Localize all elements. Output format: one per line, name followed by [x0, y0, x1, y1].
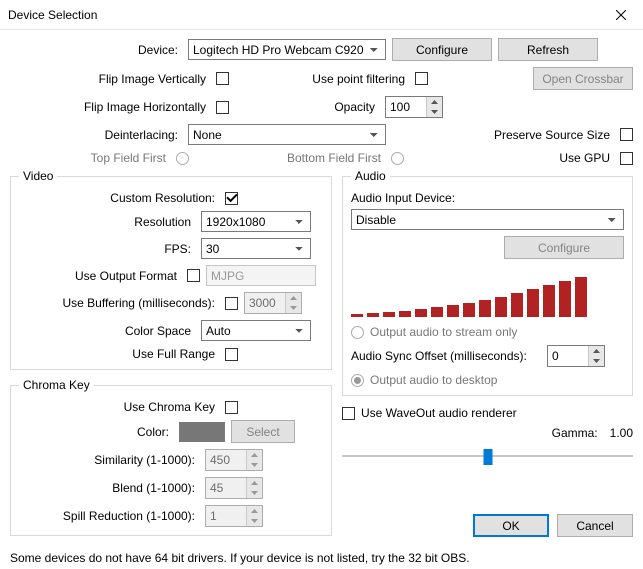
waveout-label: Use WaveOut audio renderer: [361, 406, 517, 420]
gamma-slider[interactable]: [342, 446, 633, 466]
spill-input: [206, 506, 246, 526]
blend-input: [206, 478, 246, 498]
footnote: Some devices do not have 64 bit drivers.…: [0, 547, 643, 569]
chroma-color-swatch[interactable]: [179, 422, 225, 442]
use-gpu-checkbox[interactable]: [620, 152, 633, 165]
buffering-spinner: [244, 292, 302, 314]
bottom-field-label: Bottom Field First: [195, 151, 385, 165]
full-range-label: Use Full Range: [19, 347, 219, 361]
chroma-select-button: Select: [231, 420, 295, 443]
spin-down-icon: [286, 303, 301, 313]
desktop-radio: [351, 374, 364, 387]
close-icon: [616, 10, 626, 20]
refresh-button[interactable]: Refresh: [498, 38, 598, 61]
similarity-input: [206, 450, 246, 470]
flip-v-checkbox[interactable]: [216, 72, 229, 85]
fps-label: FPS:: [19, 242, 195, 256]
spin-down-icon[interactable]: [427, 107, 442, 117]
sync-offset-input[interactable]: [548, 346, 588, 366]
video-legend: Video: [19, 169, 57, 183]
top-field-label: Top Field First: [10, 151, 170, 165]
resolution-select[interactable]: 1920x1080: [201, 211, 311, 232]
output-format-label: Use Output Format: [19, 269, 181, 283]
point-filter-checkbox[interactable]: [415, 72, 428, 85]
colorspace-label: Color Space: [19, 324, 195, 338]
audio-legend: Audio: [351, 169, 390, 183]
sync-offset-label: Audio Sync Offset (milliseconds):: [351, 349, 541, 363]
spin-down-icon: [247, 460, 262, 470]
gamma-value: 1.00: [610, 426, 633, 440]
open-crossbar-button: Open Crossbar: [533, 67, 633, 90]
top-field-radio: [176, 152, 189, 165]
output-format-select: MJPG: [206, 265, 316, 286]
blend-spinner: [205, 477, 263, 499]
custom-res-label: Custom Resolution:: [19, 191, 219, 205]
spin-up-icon: [286, 293, 301, 303]
preserve-size-checkbox[interactable]: [620, 128, 633, 141]
opacity-input[interactable]: [386, 97, 426, 117]
fps-select[interactable]: 30: [201, 238, 311, 259]
spill-label: Spill Reduction (1-1000):: [19, 509, 199, 523]
buffering-checkbox[interactable]: [225, 297, 238, 310]
desktop-label: Output audio to desktop: [370, 373, 497, 387]
window-title: Device Selection: [8, 8, 97, 22]
deinterlace-select[interactable]: None: [188, 124, 386, 145]
flip-v-label: Flip Image Vertically: [10, 72, 210, 86]
spin-up-icon: [247, 450, 262, 460]
configure-button[interactable]: Configure: [392, 38, 492, 61]
chroma-color-label: Color:: [19, 425, 173, 439]
similarity-label: Similarity (1-1000):: [19, 453, 199, 467]
audio-input-select[interactable]: Disable: [351, 209, 624, 230]
use-gpu-label: Use GPU: [559, 151, 614, 165]
ok-button[interactable]: OK: [473, 514, 549, 537]
similarity-spinner: [205, 449, 263, 471]
full-range-checkbox[interactable]: [225, 348, 238, 361]
spin-down-icon: [247, 516, 262, 526]
opacity-label: Opacity: [235, 100, 379, 114]
use-chroma-checkbox[interactable]: [225, 401, 238, 414]
audio-level-bars: [351, 277, 624, 317]
video-fieldset: Video Custom Resolution: Resolution 1920x…: [10, 169, 332, 370]
stream-only-label: Output audio to stream only: [370, 325, 517, 339]
buffering-label: Use Buffering (milliseconds):: [19, 296, 219, 310]
blend-label: Blend (1-1000):: [19, 481, 199, 495]
chroma-fieldset: Chroma Key Use Chroma Key Color: Select S…: [10, 378, 332, 536]
cancel-button[interactable]: Cancel: [557, 514, 633, 537]
audio-configure-button: Configure: [504, 236, 624, 259]
spin-up-icon[interactable]: [589, 346, 604, 356]
resolution-label: Resolution: [19, 215, 195, 229]
close-button[interactable]: [598, 0, 643, 30]
point-filter-label: Use point filtering: [235, 72, 409, 86]
audio-fieldset: Audio Audio Input Device: Disable Config…: [342, 169, 633, 396]
titlebar: Device Selection: [0, 0, 643, 30]
use-chroma-label: Use Chroma Key: [19, 400, 219, 414]
chroma-legend: Chroma Key: [19, 378, 94, 392]
deinterlace-label: Deinterlacing:: [10, 128, 182, 142]
flip-h-label: Flip Image Horizontally: [10, 100, 210, 114]
custom-res-checkbox[interactable]: [225, 192, 238, 205]
buffering-input: [245, 293, 285, 313]
spin-down-icon[interactable]: [589, 356, 604, 366]
device-select[interactable]: Logitech HD Pro Webcam C920: [188, 39, 386, 60]
bottom-field-radio: [391, 152, 404, 165]
opacity-spinner[interactable]: [385, 96, 443, 118]
device-label: Device:: [10, 43, 182, 57]
spill-spinner: [205, 505, 263, 527]
waveout-checkbox[interactable]: [342, 407, 355, 420]
slider-thumb[interactable]: [483, 449, 492, 465]
stream-only-radio: [351, 326, 364, 339]
colorspace-select[interactable]: Auto: [201, 320, 311, 341]
gamma-label: Gamma:: [552, 426, 598, 440]
spin-up-icon: [247, 478, 262, 488]
spin-up-icon: [247, 506, 262, 516]
output-format-checkbox[interactable]: [187, 269, 200, 282]
flip-h-checkbox[interactable]: [216, 101, 229, 114]
spin-down-icon: [247, 488, 262, 498]
sync-offset-spinner[interactable]: [547, 345, 605, 367]
spin-up-icon[interactable]: [427, 97, 442, 107]
audio-input-label: Audio Input Device:: [351, 191, 624, 205]
preserve-size-label: Preserve Source Size: [494, 128, 614, 142]
